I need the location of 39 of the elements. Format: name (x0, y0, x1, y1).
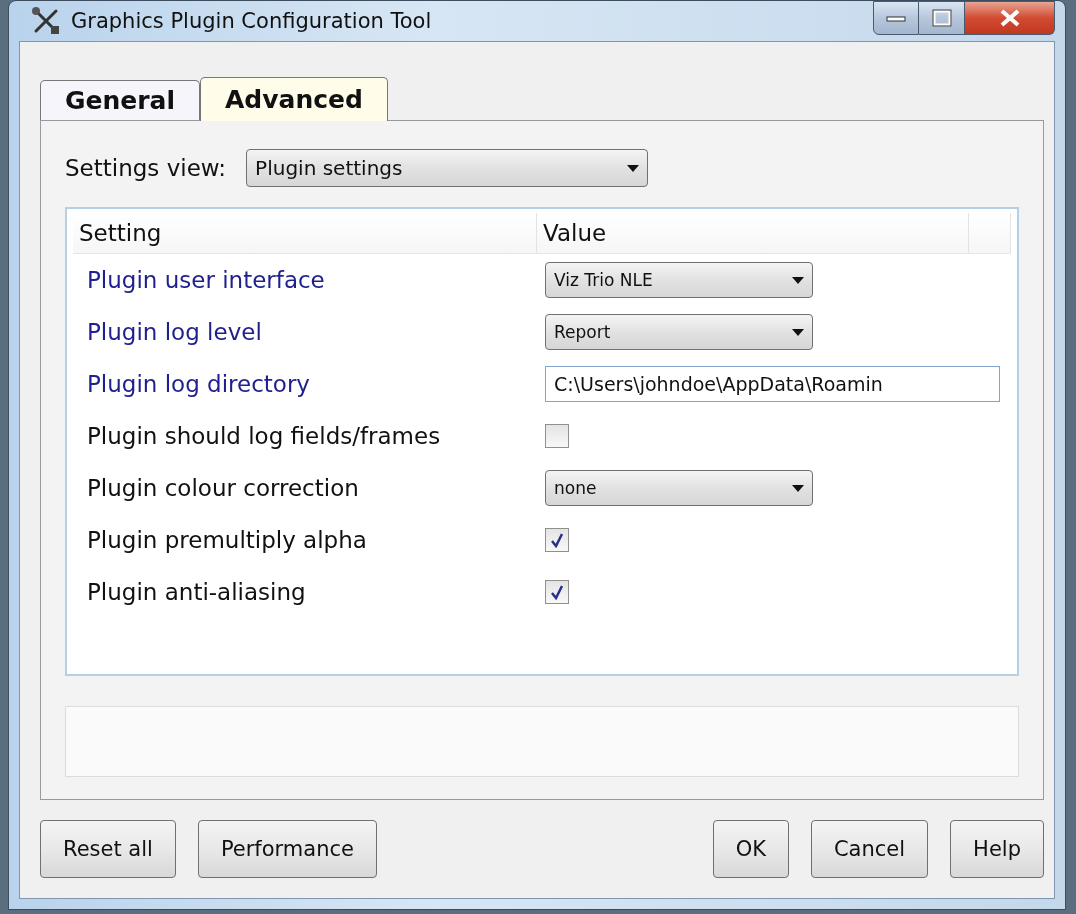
minimize-icon (886, 14, 906, 22)
setting-label: Plugin user interface (86, 267, 326, 293)
close-icon (998, 8, 1021, 28)
maximize-icon (931, 9, 952, 27)
column-header: Setting (73, 213, 537, 253)
setting-label: Plugin colour correction (86, 475, 360, 501)
dialog-button[interactable]: Reset all (40, 820, 176, 878)
tab[interactable]: Advanced (200, 77, 388, 121)
minimize-button[interactable] (873, 1, 919, 35)
caret-icon (792, 328, 804, 336)
checkbox[interactable] (545, 580, 569, 604)
checkmark-icon (550, 584, 564, 600)
setting-label: Plugin log directory (86, 371, 311, 397)
dropdown[interactable]: Plugin settings (246, 149, 649, 187)
dropdown[interactable]: none (545, 470, 813, 506)
dialog-button[interactable]: Help (950, 820, 1044, 878)
maximize-button[interactable] (919, 1, 965, 35)
setting-label: Plugin log level (86, 319, 263, 345)
setting-label: Plugin anti-aliasing (86, 579, 307, 605)
caret-icon (792, 276, 804, 284)
setting-label: Plugin premultiply alpha (86, 527, 368, 553)
field-label: Settings view: (65, 155, 227, 181)
dropdown[interactable]: Report (545, 314, 813, 350)
tools-icon (31, 6, 61, 36)
setting-label: Plugin should log fields/frames (86, 423, 442, 449)
checkbox[interactable] (545, 528, 569, 552)
caret-icon (792, 484, 804, 492)
checkbox[interactable] (545, 424, 569, 448)
input-field[interactable]: C:\Users\johndoe\AppData\Roamin (545, 366, 1000, 402)
column-header: Value (537, 213, 969, 253)
dialog-button[interactable]: Cancel (810, 820, 929, 878)
tab[interactable]: General (40, 80, 200, 120)
dialog-button[interactable]: Performance (197, 820, 377, 878)
checkmark-icon (550, 532, 564, 548)
dropdown[interactable]: Viz Trio NLE (545, 262, 813, 298)
window-title: Graphics Plugin Configuration Tool (71, 9, 433, 33)
caret-icon (627, 164, 640, 172)
close-button[interactable] (965, 1, 1055, 35)
dialog-button[interactable]: OK (712, 820, 789, 878)
